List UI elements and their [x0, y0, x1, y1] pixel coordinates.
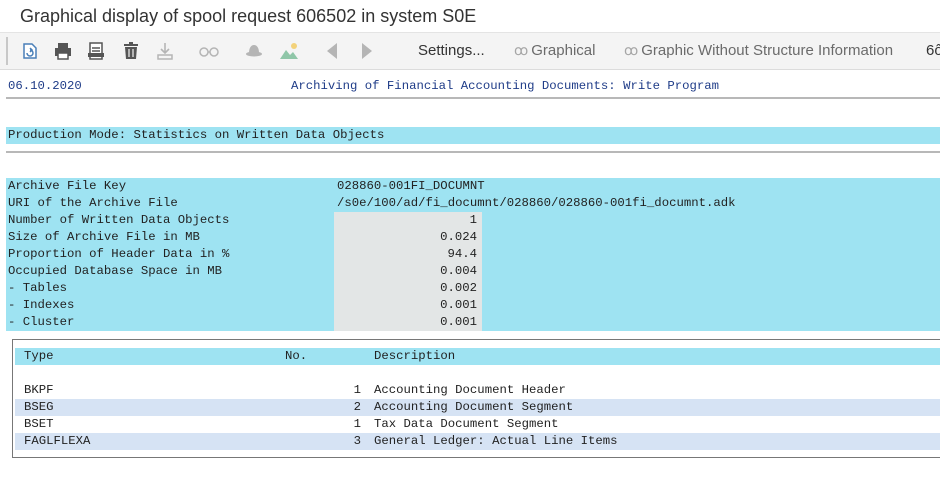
- arrow-right-icon[interactable]: [355, 39, 379, 63]
- stat-label: Size of Archive File in MB: [8, 230, 200, 244]
- column-header-no: No.: [285, 349, 308, 363]
- stat-value-cell: [334, 212, 482, 229]
- stat-filler-cell: [482, 246, 940, 263]
- table-row[interactable]: BKPF 1 Accounting Document Header: [15, 382, 940, 399]
- stat-value: 1: [469, 213, 477, 227]
- graphic-without-structure-button[interactable]: ꝏ Graphic Without Structure Information: [624, 42, 893, 59]
- stat-label: Number of Written Data Objects: [8, 213, 230, 227]
- stat-value: 0.004: [440, 264, 477, 278]
- stat-row: Archive File Key 028860-001FI_DOCUMNT: [6, 178, 940, 195]
- hat-icon[interactable]: [242, 39, 266, 63]
- stat-label: URI of the Archive File: [8, 196, 178, 210]
- data-object-table: Type No. Description BKPF 1 Accounting Doc…: [12, 339, 940, 458]
- column-header-type: Type: [24, 349, 54, 363]
- stat-label: Proportion of Header Data in %: [8, 247, 230, 261]
- stat-row: Proportion of Header Data in % 94.4: [6, 246, 940, 263]
- stat-row: Occupied Database Space in MB 0.004: [6, 263, 940, 280]
- application-toolbar: Settings... ꝏ Graphical ꝏ Graphic Without …: [0, 32, 940, 70]
- stat-value: 0.002: [440, 281, 477, 295]
- cell-no: 1: [353, 383, 361, 397]
- glasses-icon: ꝏ: [514, 42, 528, 58]
- cell-no: 2: [353, 400, 361, 414]
- toolbar-separator: [6, 37, 8, 65]
- overflow-icon[interactable]: 6ô: [926, 42, 940, 59]
- divider: [6, 97, 940, 99]
- cell-description: General Ledger: Actual Line Items: [374, 434, 618, 448]
- glasses-icon: ꝏ: [624, 42, 638, 58]
- stat-label: - Tables: [8, 281, 68, 295]
- stat-row: - Cluster 0.001: [6, 314, 940, 331]
- refresh-icon[interactable]: [18, 39, 42, 63]
- stat-filler-cell: [482, 263, 940, 280]
- stat-row: URI of the Archive File/s0e/100/ad/fi_do…: [6, 195, 940, 212]
- stat-value: /s0e/100/ad/fi_documnt/028860/028860-001…: [337, 196, 736, 210]
- cell-type: BSEG: [24, 400, 54, 414]
- report-title: Archiving of Financial Accounting Docume…: [291, 79, 720, 93]
- stat-value: 0.024: [440, 230, 477, 244]
- stat-filler-cell: [482, 229, 940, 246]
- stat-row: - Tables 0.002: [6, 280, 940, 297]
- display-icon[interactable]: [197, 39, 221, 63]
- stat-value: 0.001: [440, 315, 477, 329]
- settings-button[interactable]: Settings...: [418, 42, 485, 59]
- cell-no: 3: [353, 434, 361, 448]
- column-header-description: Description: [374, 349, 456, 363]
- download-icon[interactable]: [153, 39, 177, 63]
- graphic-without-structure-label: Graphic Without Structure Information: [641, 42, 894, 59]
- stat-row: Number of Written Data Objects 1: [6, 212, 940, 229]
- window-title: Graphical display of spool request 60650…: [20, 6, 477, 26]
- stat-label: Archive File Key: [8, 179, 127, 193]
- divider: [6, 151, 940, 153]
- print-icon[interactable]: [51, 39, 75, 63]
- delete-icon[interactable]: [119, 39, 143, 63]
- report-date: 06.10.2020: [8, 79, 82, 93]
- cell-description: Accounting Document Header: [374, 383, 566, 397]
- cell-description: Tax Data Document Segment: [374, 417, 559, 431]
- stat-filler-cell: [482, 297, 940, 314]
- table-row[interactable]: FAGLFLEXA 3 General Ledger: Actual Line It…: [15, 433, 940, 450]
- print-preview-icon[interactable]: [84, 39, 108, 63]
- stat-value: 028860-001FI_DOCUMNT: [337, 179, 485, 193]
- cell-type: BKPF: [24, 383, 54, 397]
- graphical-label: Graphical: [531, 42, 596, 59]
- stat-filler-cell: [482, 212, 940, 229]
- section-title: Production Mode: Statistics on Written D…: [8, 128, 385, 142]
- table-header-row: Type No. Description: [15, 348, 940, 365]
- arrow-left-icon[interactable]: [320, 39, 344, 63]
- stat-filler-cell: [482, 314, 940, 331]
- table-row[interactable]: BSET 1 Tax Data Document Segment: [15, 416, 940, 433]
- stat-label: - Cluster: [8, 315, 75, 329]
- stat-value: 0.001: [440, 298, 477, 312]
- cell-type: FAGLFLEXA: [24, 434, 91, 448]
- graphical-button[interactable]: ꝏ Graphical: [514, 42, 595, 59]
- cell-no: 1: [353, 417, 361, 431]
- section-title-band: Production Mode: Statistics on Written D…: [6, 127, 940, 144]
- stat-label: - Indexes: [8, 298, 75, 312]
- stat-filler-cell: [482, 280, 940, 297]
- stat-label: Occupied Database Space in MB: [8, 264, 223, 278]
- window-title-bar: Graphical display of spool request 60650…: [0, 0, 940, 32]
- table-row[interactable]: BSEG 2 Accounting Document Segment: [15, 399, 940, 416]
- cell-description: Accounting Document Segment: [374, 400, 574, 414]
- stat-row: Size of Archive File in MB 0.024: [6, 229, 940, 246]
- stat-value: 94.4: [447, 247, 477, 261]
- cell-type: BSET: [24, 417, 54, 431]
- image-icon[interactable]: [277, 39, 301, 63]
- stat-row: - Indexes 0.001: [6, 297, 940, 314]
